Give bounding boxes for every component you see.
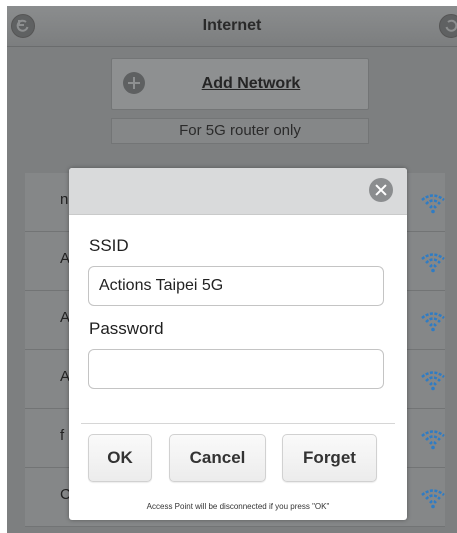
add-network-button[interactable]: Add Network	[111, 58, 369, 110]
ok-button[interactable]: OK	[88, 434, 152, 482]
ssid-input[interactable]	[88, 266, 384, 306]
network-dialog: SSID Password OK Cancel Forget Access Po…	[69, 168, 407, 520]
dialog-divider	[81, 423, 395, 424]
password-input[interactable]	[88, 349, 384, 389]
ssid-label: SSID	[89, 236, 129, 255]
title-bar: Internet	[7, 6, 457, 47]
router-note: For 5G router only	[111, 118, 369, 144]
wifi-icon	[421, 312, 445, 332]
password-label: Password	[89, 319, 164, 338]
wifi-icon	[421, 489, 445, 509]
wifi-icon	[421, 430, 445, 450]
network-name: f	[60, 427, 65, 444]
network-name: n	[60, 191, 69, 208]
forget-button[interactable]: Forget	[282, 434, 377, 482]
cancel-button[interactable]: Cancel	[169, 434, 266, 482]
wifi-icon	[421, 194, 445, 214]
wifi-icon	[421, 371, 445, 391]
wifi-icon	[421, 253, 445, 273]
refresh-icon[interactable]	[439, 14, 457, 38]
add-network-label: Add Network	[201, 75, 301, 92]
page-title: Internet	[202, 17, 262, 34]
disconnect-notice: Access Point will be disconnected if you…	[146, 502, 330, 511]
dialog-header	[69, 168, 407, 215]
close-icon[interactable]	[369, 178, 393, 202]
